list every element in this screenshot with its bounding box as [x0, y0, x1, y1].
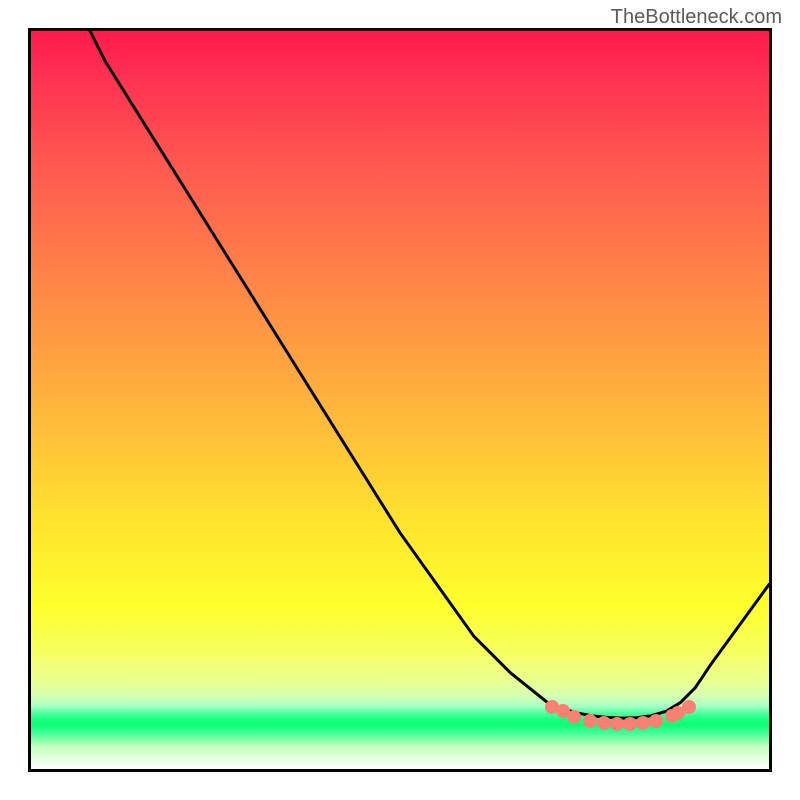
chart-svg	[31, 31, 769, 769]
data-marker	[682, 700, 696, 714]
data-marker	[597, 716, 611, 730]
curve-line	[90, 31, 769, 718]
data-marker	[567, 710, 581, 724]
data-marker	[649, 714, 663, 728]
data-marker	[583, 714, 597, 728]
plot-area	[28, 28, 772, 772]
data-marker	[636, 716, 650, 730]
watermark-text: TheBottleneck.com	[611, 6, 782, 29]
